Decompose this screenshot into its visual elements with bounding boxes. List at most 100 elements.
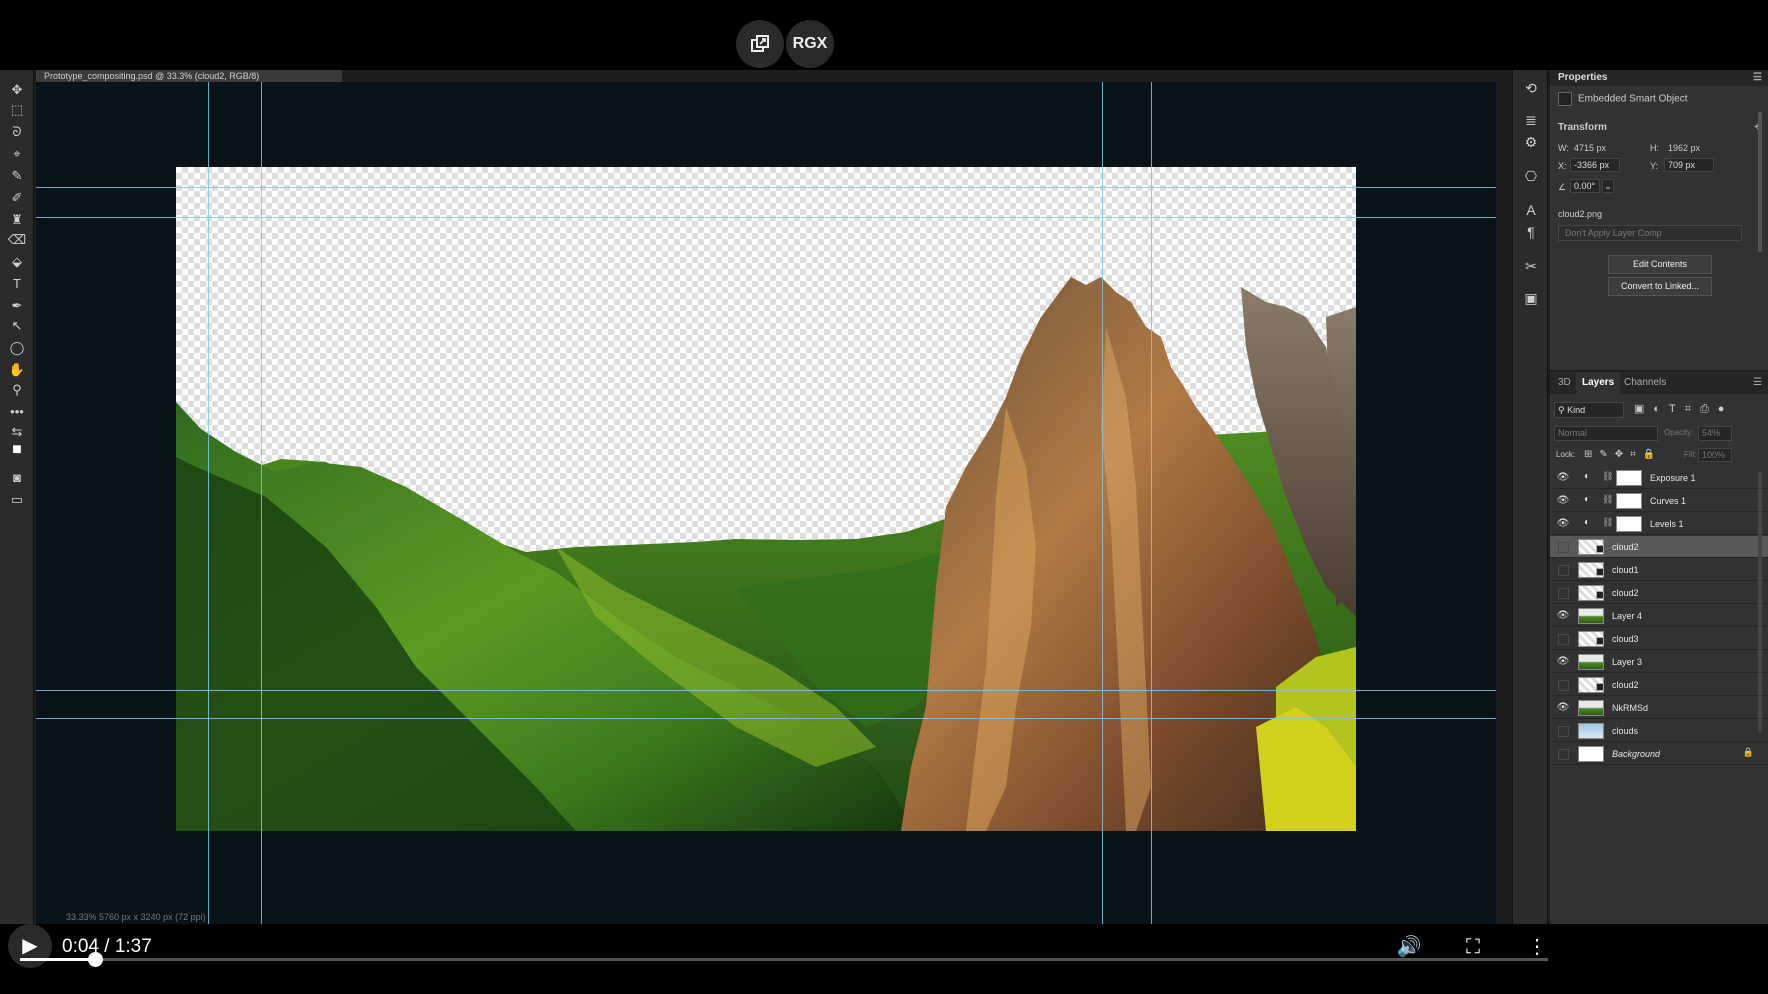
height-field[interactable]: 1962 px <box>1668 143 1700 153</box>
zoom-tool-icon[interactable]: ⚲ <box>6 380 28 400</box>
color-swatches-icon[interactable]: ■ <box>6 440 28 460</box>
canvas-area[interactable] <box>36 82 1496 924</box>
type-tool-icon[interactable]: T <box>6 274 28 294</box>
more-tools-icon[interactable]: ••• <box>6 402 28 422</box>
more-options-button[interactable]: ⋮ <box>1524 934 1550 960</box>
link-icon[interactable]: ⛓ <box>1602 517 1613 528</box>
guide-line[interactable] <box>36 690 1496 691</box>
lasso-tool-icon[interactable]: ᘐ <box>6 122 28 142</box>
layers-menu-icon[interactable]: ☰ <box>1753 372 1762 394</box>
tab-channels[interactable]: Channels <box>1618 372 1672 394</box>
angle-dropdown-icon[interactable]: ⌄ <box>1602 179 1614 193</box>
path-select-icon[interactable]: ↖ <box>6 316 28 336</box>
layer-row[interactable]: 👁 NkRMSd <box>1550 697 1768 719</box>
layer-row[interactable]: 👁 ◐ ⛓ Exposure 1 <box>1550 467 1768 489</box>
clone-source-icon[interactable]: ⎔ <box>1521 166 1541 186</box>
visibility-eye-icon[interactable]: 👁 <box>1556 609 1570 623</box>
blend-mode-select[interactable]: Normal <box>1554 426 1658 441</box>
opacity-field[interactable]: 54% <box>1698 426 1732 441</box>
volume-button[interactable]: 🔊 <box>1396 934 1422 960</box>
brush-settings-icon[interactable]: ≣ <box>1521 110 1541 130</box>
stamp-icon[interactable]: ♜ <box>6 210 28 230</box>
history-icon[interactable]: ⟲ <box>1521 78 1541 98</box>
fullscreen-button[interactable]: ⛶ <box>1460 934 1486 960</box>
layer-thumbnail[interactable] <box>1578 746 1604 762</box>
brush-icon[interactable]: ✐ <box>6 188 28 208</box>
y-field[interactable]: 709 px <box>1664 158 1714 172</box>
visibility-eye-icon[interactable] <box>1556 678 1570 692</box>
visibility-eye-icon[interactable] <box>1556 586 1570 600</box>
layer-row[interactable]: 👁 ◐ ⛓ Levels 1 <box>1550 513 1768 535</box>
libraries-icon[interactable]: ▣ <box>1521 288 1541 308</box>
lock-icons[interactable]: ⊞✎✥⌗🔒 <box>1584 449 1662 460</box>
visibility-eye-icon[interactable] <box>1556 747 1570 761</box>
layers-scrollbar[interactable] <box>1758 472 1762 732</box>
visibility-eye-icon[interactable]: 👁 <box>1556 494 1570 508</box>
pen-tool-icon[interactable]: ✒ <box>6 296 28 316</box>
panel-menu-icon[interactable]: ☰ <box>1753 70 1762 86</box>
layer-thumbnail[interactable] <box>1578 608 1604 624</box>
guide-line[interactable] <box>36 217 1496 218</box>
angle-field[interactable]: 0.00° <box>1570 179 1600 193</box>
layer-row[interactable]: 👁 Layer 3 <box>1550 651 1768 673</box>
visibility-eye-icon[interactable] <box>1556 563 1570 577</box>
guide-line[interactable] <box>261 82 262 924</box>
visibility-eye-icon[interactable]: 👁 <box>1556 655 1570 669</box>
layer-row[interactable]: Background 🔒 <box>1550 743 1768 765</box>
edit-contents-button[interactable]: Edit Contents <box>1608 255 1712 274</box>
guide-line[interactable] <box>1102 82 1103 924</box>
progress-bar[interactable] <box>20 952 1548 967</box>
layer-row[interactable]: cloud1 <box>1550 559 1768 581</box>
layer-row[interactable]: 👁 Layer 4 <box>1550 605 1768 627</box>
layer-row[interactable]: 👁 ◐ ⛓ Curves 1 <box>1550 490 1768 512</box>
layer-thumbnail[interactable] <box>1578 654 1604 670</box>
eyedropper-icon[interactable]: ✎ <box>6 166 28 186</box>
hand-tool-icon[interactable]: ✋ <box>6 360 28 380</box>
tools-preset-icon[interactable]: ✂ <box>1521 256 1541 276</box>
character-icon[interactable]: A <box>1521 200 1541 220</box>
properties-scrollbar[interactable] <box>1758 112 1762 252</box>
convert-to-linked-button[interactable]: Convert to Linked... <box>1608 277 1712 296</box>
progress-scrubber[interactable] <box>88 952 104 967</box>
tab-3d[interactable]: 3D <box>1552 372 1577 394</box>
fill-field[interactable]: 100% <box>1698 448 1732 462</box>
quick-mask-icon[interactable]: ◙ <box>6 468 28 488</box>
visibility-eye-icon[interactable]: 👁 <box>1556 701 1570 715</box>
ellipse-tool-icon[interactable]: ◯ <box>6 338 28 358</box>
visibility-eye-icon[interactable]: 👁 <box>1556 471 1570 485</box>
rgx-button[interactable]: RGX <box>786 20 834 68</box>
layer-comp-select[interactable]: Don't Apply Layer Comp <box>1558 225 1742 241</box>
paint-bucket-icon[interactable]: ⬙ <box>6 252 28 272</box>
guide-line[interactable] <box>36 187 1496 188</box>
kind-filter-select[interactable]: ⚲ Kind <box>1554 402 1624 418</box>
filter-icons[interactable]: ▣◐T⌗⎙● <box>1634 402 1733 416</box>
x-field[interactable]: -3366 px <box>1570 158 1620 172</box>
screen-mode-icon[interactable]: ▭ <box>6 490 28 510</box>
document-tab[interactable]: Prototype_compositing.psd @ 33.3% (cloud… <box>36 70 342 82</box>
visibility-eye-icon[interactable]: 👁 <box>1556 517 1570 531</box>
guide-line[interactable] <box>1151 82 1152 924</box>
play-button[interactable]: ▶ <box>8 924 52 968</box>
quick-select-icon[interactable]: ⌖ <box>6 144 28 164</box>
layer-mask-thumbnail[interactable] <box>1616 470 1642 486</box>
copy-button[interactable] <box>736 20 784 68</box>
document-canvas[interactable] <box>176 167 1356 831</box>
move-tool-icon[interactable]: ✥ <box>6 80 28 100</box>
layer-thumbnail[interactable] <box>1578 700 1604 716</box>
guide-line[interactable] <box>208 82 209 924</box>
visibility-eye-icon[interactable] <box>1556 540 1570 554</box>
eraser-icon[interactable]: ⌫ <box>6 230 28 250</box>
visibility-eye-icon[interactable] <box>1556 724 1570 738</box>
layer-row[interactable]: cloud2 <box>1550 674 1768 696</box>
layer-thumbnail[interactable] <box>1578 723 1604 739</box>
visibility-eye-icon[interactable] <box>1556 632 1570 646</box>
layer-mask-thumbnail[interactable] <box>1616 493 1642 509</box>
layer-row[interactable]: cloud2 <box>1550 536 1768 558</box>
marquee-tool-icon[interactable]: ⬚ <box>6 100 28 120</box>
link-icon[interactable]: ⛓ <box>1602 494 1613 505</box>
adjust-icon[interactable]: ⚙ <box>1521 132 1541 152</box>
layer-mask-thumbnail[interactable] <box>1616 516 1642 532</box>
link-icon[interactable]: ⛓ <box>1602 471 1613 482</box>
tab-layers[interactable]: Layers <box>1576 372 1621 394</box>
paragraph-icon[interactable]: ¶ <box>1521 222 1541 242</box>
